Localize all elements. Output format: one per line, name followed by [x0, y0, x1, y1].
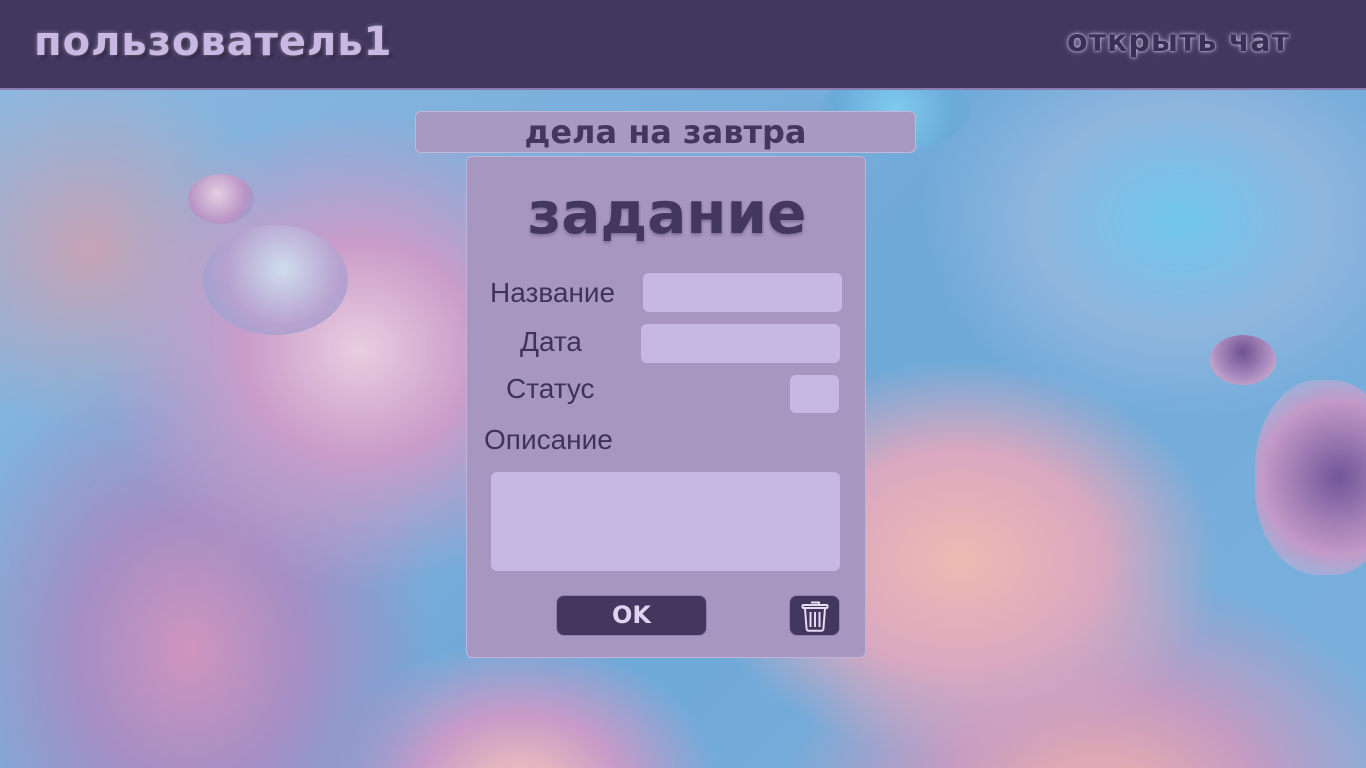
- status-field[interactable]: [790, 375, 839, 413]
- task-card-title: задание: [527, 179, 807, 247]
- name-field[interactable]: [643, 273, 842, 312]
- list-title: дела на завтра: [415, 111, 916, 153]
- name-label: Название: [490, 277, 616, 308]
- date-label: Дата: [520, 326, 583, 357]
- background-bubble: [203, 225, 348, 335]
- trash-icon: [801, 601, 829, 632]
- background-bubble: [1210, 335, 1276, 385]
- open-chat-link[interactable]: открыть чат: [1067, 20, 1290, 64]
- top-bar: пользователь1 открыть чат: [0, 0, 1366, 90]
- delete-button[interactable]: [789, 595, 840, 636]
- ok-button[interactable]: OK: [556, 595, 707, 636]
- description-field[interactable]: [491, 472, 840, 571]
- background-bubble: [188, 174, 254, 224]
- users-link[interactable]: пользователь1: [34, 16, 392, 68]
- date-field[interactable]: [641, 324, 840, 363]
- background-bubble: [1255, 380, 1366, 575]
- task-card: задание Название Дата Статус Описание OK: [466, 156, 866, 658]
- status-label: Статус: [506, 373, 595, 404]
- description-label: Описание: [484, 424, 613, 455]
